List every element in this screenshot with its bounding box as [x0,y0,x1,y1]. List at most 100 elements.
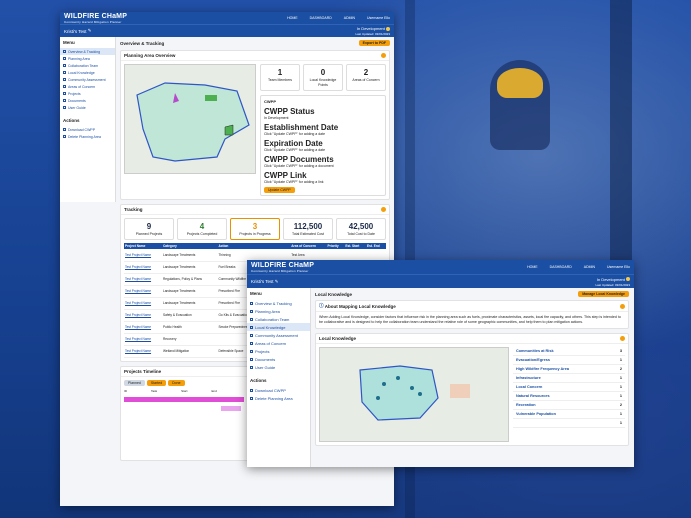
top-nav: HOME DASHBOARD ADMIN Username Ello [287,16,390,20]
manage-local-knowledge-button[interactable]: Manage Local Knowledge [578,291,629,297]
community-icon [63,78,66,81]
collapse-icon[interactable] [381,207,386,212]
table-cell: Regulations, Policy & Plans [161,273,218,286]
collapse-icon[interactable] [381,53,386,58]
planning-area-shape [136,82,250,162]
delete-planning-area-link[interactable]: Delete Planning Area [247,394,310,402]
project-name-link[interactable]: Test Project Name [124,261,162,274]
table-cell: Public Health [161,321,218,334]
category-row[interactable]: High Wildfire Frequency Area 2 [513,365,625,375]
projects-icon [63,92,66,95]
project-name-link[interactable]: Test Project Name [124,249,162,262]
sidebar-item-projects[interactable]: Projects [60,90,115,97]
edit-icon[interactable]: ✎ [275,279,279,285]
sidebar-item-team[interactable]: Collaboration Team [247,315,310,323]
category-row[interactable]: Evacuation/Egress 1 [513,356,625,366]
tracking-stat: 4 Projects Completed [177,218,227,240]
warning-icon [250,341,253,345]
table-cell: Landscape Treatments [161,285,218,298]
nav-home[interactable]: HOME [527,265,538,269]
collapse-icon[interactable] [620,303,625,309]
project-name-link[interactable]: Test Project Name [124,333,162,346]
pin-icon [63,71,66,74]
overview-icon [250,301,253,305]
background-tree [610,0,632,270]
sidebar-item-local-knowledge[interactable]: Local Knowledge [60,69,115,76]
user-menu[interactable]: Username Ello [367,16,390,20]
overview-header: Overview & Tracking Export to PDF [120,40,390,50]
tracking-title: Tracking [124,207,143,212]
sidebar-item-overview[interactable]: Overview & Tracking [60,48,115,55]
map-icon [250,309,253,313]
edit-icon[interactable]: ✎ [88,28,92,34]
category-row[interactable]: Natural Resources 1 [513,392,625,402]
timeline-title: Projects Timeline [124,368,162,374]
project-name: Kristi's Test [64,28,87,34]
cwpp-establishment: Establishment Date Click "Update CWPP" fo… [264,123,339,136]
tracking-stat: 112,500 Total Estimated Cost [283,218,333,240]
user-menu[interactable]: Username Ello [607,265,630,269]
cwpp-expiration: Expiration Date Click "Update CWPP" for a… [264,139,326,152]
app-header: WILDFIRE CHaMP Community Hazard Mitigatio… [247,260,634,274]
timeline-chip-started[interactable]: Started [146,379,167,386]
nav-dashboard[interactable]: DASHBOARD [310,16,332,20]
team-icon [63,64,66,67]
download-cwpp-link[interactable]: Download CWPP [247,386,310,394]
timeline-chip-planned[interactable]: Planned [124,379,145,386]
sidebar-item-projects[interactable]: Projects [247,347,310,355]
sidebar-item-planning-area[interactable]: Planning Area [60,55,115,62]
update-cwpp-button[interactable]: Update CWPP [264,187,295,193]
sidebar-item-team[interactable]: Collaboration Team [60,62,115,69]
sidebar-item-community-assessment[interactable]: Community Assessment [60,76,115,83]
nav-dashboard[interactable]: DASHBOARD [550,265,572,269]
project-name-link[interactable]: Test Project Name [124,321,162,334]
project-name-link[interactable]: Test Project Name [124,309,162,322]
sidebar-item-local-knowledge[interactable]: Local Knowledge [247,323,310,331]
category-row[interactable]: Local Concern 1 [513,383,625,393]
local-knowledge-main: Local Knowledge Manage Local Knowledge ⓘ … [315,291,629,450]
category-row[interactable]: Recreation 2 [513,401,625,411]
category-row[interactable]: Communities at Risk 3 [513,347,625,357]
planning-area-section: Planning Area Overview 1 Team Members 0 Lo… [120,50,390,200]
sidebar-item-documents[interactable]: Documents [60,97,115,104]
project-name: Kristi's Test [251,279,274,284]
guide-icon [63,106,66,109]
local-knowledge-map[interactable] [319,347,509,443]
timeline-bar [221,405,241,411]
timeline-bar [124,396,244,402]
pin-icon [250,325,253,329]
local-knowledge-shape [359,365,470,421]
delete-planning-area-link[interactable]: Delete Planning Area [60,133,115,140]
planning-area-map[interactable] [124,64,256,174]
sidebar-item-areas-of-concern[interactable]: Areas of Concern [247,339,310,347]
app-logo[interactable]: WILDFIRE CHaMP Community Hazard Mitigatio… [64,13,127,24]
category-row[interactable]: Infrastructure 1 [513,374,625,384]
download-cwpp-link[interactable]: Download CWPP [60,126,115,133]
project-name-link[interactable]: Test Project Name [124,297,162,310]
sidebar-item-user-guide[interactable]: User Guide [247,363,310,371]
nav-admin[interactable]: ADMIN [584,265,595,269]
sidebar-item-community-assessment[interactable]: Community Assessment [247,331,310,339]
sidebar-item-documents[interactable]: Documents [247,355,310,363]
nav-admin[interactable]: ADMIN [344,16,355,20]
app-logo[interactable]: WILDFIRE CHaMP Community Hazard Mitigatio… [251,262,314,273]
export-pdf-button[interactable]: Export to PDF [358,40,390,46]
project-name-link[interactable]: Test Project Name [124,345,162,358]
community-icon [250,333,253,337]
sidebar-item-user-guide[interactable]: User Guide [60,104,115,111]
nav-home[interactable]: HOME [287,16,298,20]
projects-icon [250,349,253,353]
sidebar-item-planning-area[interactable]: Planning Area [247,307,310,315]
table-cell: Landscape Treatments [161,297,218,310]
category-row[interactable]: 1 [513,419,625,429]
project-name-link[interactable]: Test Project Name [124,285,162,298]
category-row[interactable]: Vulnerable Population 1 [513,410,625,420]
project-name-link[interactable]: Test Project Name [124,273,162,286]
sidebar-item-areas-of-concern[interactable]: Areas of Concern [60,83,115,90]
sidebar-item-overview[interactable]: Overview & Tracking [247,299,310,307]
sidebar: Menu Overview & Tracking Planning Area C… [247,288,311,467]
table-cell: Landscape Treatments [161,261,218,274]
timeline-col-task: Task [151,388,158,393]
timeline-chip-done[interactable]: Done [168,379,185,386]
collapse-icon[interactable] [620,336,625,342]
